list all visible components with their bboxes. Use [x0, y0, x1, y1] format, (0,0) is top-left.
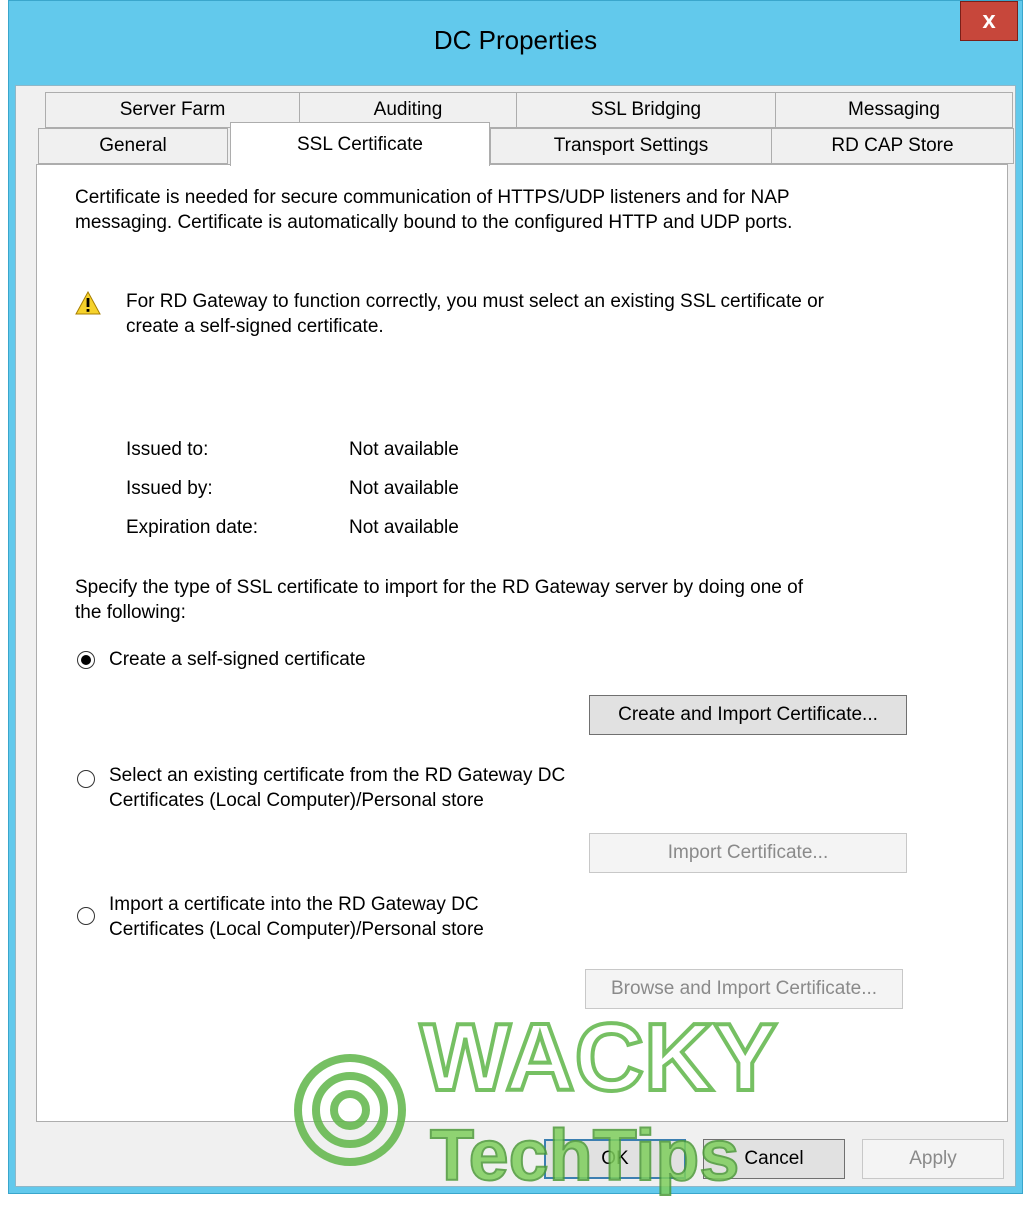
title-bar[interactable]: DC Properties x [9, 1, 1022, 85]
tab-transport-settings[interactable]: Transport Settings [490, 128, 772, 164]
tab-ssl-certificate[interactable]: SSL Certificate [230, 122, 490, 166]
tab-general[interactable]: General [38, 128, 228, 164]
intro-text-line2: messaging. Certificate is automatically … [75, 212, 793, 233]
warning-icon [75, 290, 101, 320]
tab-label: SSL Certificate [296, 133, 423, 155]
browse-import-certificate-button[interactable]: Browse and Import Certificate... [585, 969, 903, 1009]
issued-to-label: Issued to: [126, 439, 209, 460]
import-certificate-radio[interactable] [77, 907, 95, 925]
tab-label: Transport Settings [553, 135, 709, 156]
window-title: DC Properties [433, 25, 598, 55]
import-certificate-label-line1: Import a certificate into the RD Gateway… [109, 894, 479, 915]
self-signed-label: Create a self-signed certificate [109, 649, 366, 670]
specify-text-line2: the following: [75, 602, 186, 623]
self-signed-radio[interactable] [77, 651, 95, 669]
cancel-button[interactable]: Cancel [703, 1139, 845, 1179]
issued-by-label: Issued by: [126, 478, 213, 499]
tab-rd-cap-store[interactable]: RD CAP Store [771, 128, 1014, 164]
import-certificate-button[interactable]: Import Certificate... [589, 833, 907, 873]
tab-label: General [99, 135, 167, 156]
create-import-certificate-button[interactable]: Create and Import Certificate... [589, 695, 907, 735]
existing-certificate-label-line2: Certificates (Local Computer)/Personal s… [109, 790, 484, 811]
expiration-date-label: Expiration date: [126, 517, 259, 538]
apply-button[interactable]: Apply [862, 1139, 1004, 1179]
tab-label: Server Farm [119, 99, 226, 120]
expiration-date-value: Not available [349, 517, 459, 538]
tab-label: Messaging [848, 99, 940, 120]
tab-label: Auditing [373, 99, 443, 120]
warning-text-line1: For RD Gateway to function correctly, yo… [126, 291, 824, 312]
issued-by-value: Not available [349, 478, 459, 499]
tab-label: SSL Bridging [590, 99, 702, 120]
intro-text-line1: Certificate is needed for secure communi… [75, 187, 790, 208]
existing-certificate-label-line1: Select an existing certificate from the … [109, 765, 566, 786]
warning-text-line2: create a self-signed certificate. [126, 316, 384, 337]
ok-button[interactable]: OK [544, 1139, 686, 1179]
import-certificate-label-line2: Certificates (Local Computer)/Personal s… [109, 919, 484, 940]
tab-label: RD CAP Store [831, 135, 954, 156]
close-button[interactable]: x [960, 1, 1018, 41]
specify-text-line1: Specify the type of SSL certificate to i… [75, 577, 803, 598]
issued-to-value: Not available [349, 439, 459, 460]
tab-messaging[interactable]: Messaging [775, 92, 1013, 128]
close-icon: x [982, 7, 996, 34]
tab-ssl-bridging[interactable]: SSL Bridging [516, 92, 776, 128]
existing-certificate-radio[interactable] [77, 770, 95, 788]
ssl-certificate-panel: Certificate is needed for secure communi… [36, 164, 1008, 1122]
